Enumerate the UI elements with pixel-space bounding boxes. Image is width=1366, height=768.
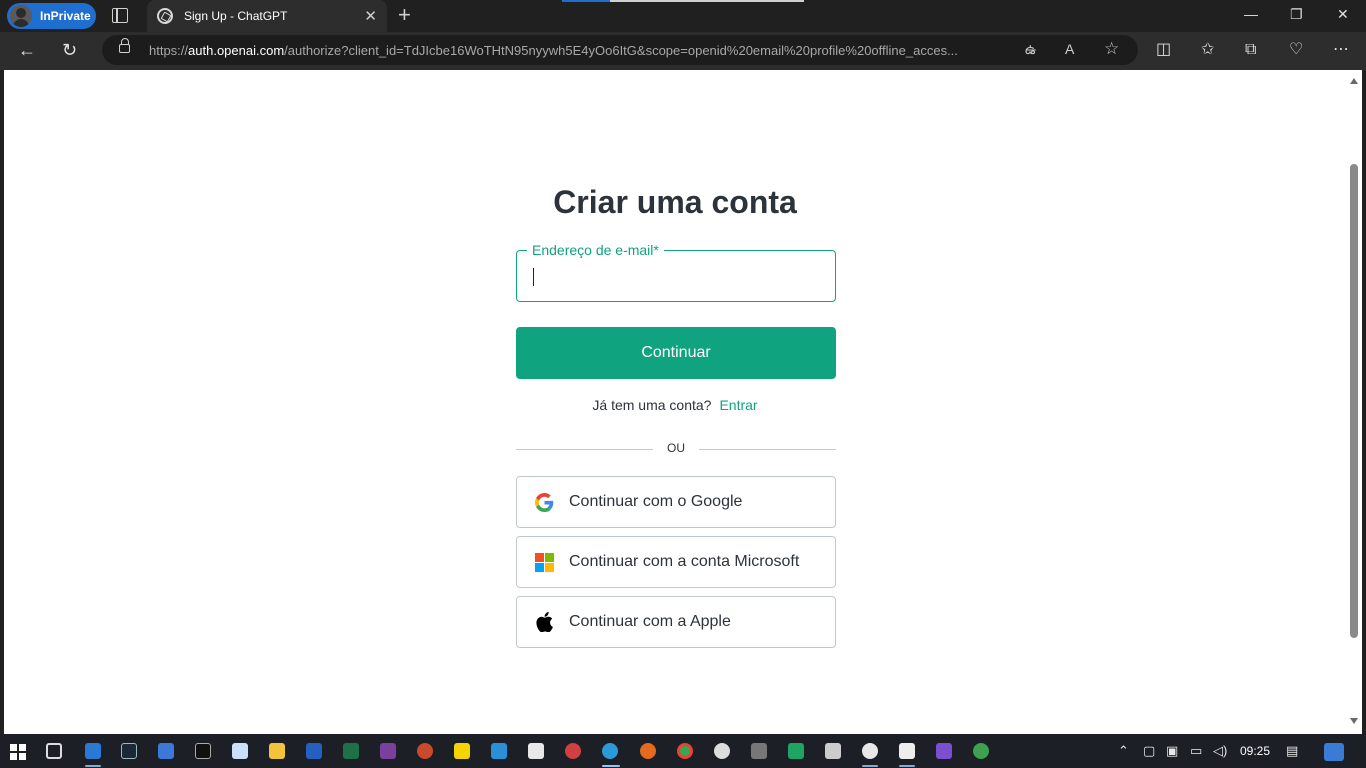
url-scheme: https://	[149, 43, 189, 58]
notion-running-indicator	[899, 765, 915, 767]
terminal-icon[interactable]	[195, 743, 211, 759]
settings-menu-icon[interactable]: ⋯	[1333, 40, 1349, 60]
game-app-icon[interactable]	[565, 743, 581, 759]
printer-icon[interactable]	[825, 743, 841, 759]
excel-icon[interactable]	[343, 743, 359, 759]
microsoft-signin-button[interactable]: Continuar com a conta Microsoft	[516, 536, 836, 588]
inprivate-badge[interactable]: InPrivate	[7, 3, 96, 29]
continue-button[interactable]: Continuar	[516, 327, 836, 379]
url-text[interactable]: https://auth.openai.com/authorize?client…	[149, 43, 1019, 58]
apple-icon	[534, 612, 554, 632]
lock-icon[interactable]	[119, 38, 130, 53]
onenote-icon[interactable]	[380, 743, 396, 759]
media-player-icon[interactable]	[306, 743, 322, 759]
scroll-up-arrow-icon[interactable]	[1350, 78, 1358, 84]
new-tab-button[interactable]: +	[398, 4, 411, 26]
google-signin-label: Continuar com o Google	[569, 493, 743, 510]
clock-app-icon[interactable]	[862, 743, 878, 759]
login-link[interactable]: Entrar	[719, 397, 757, 413]
volume-icon[interactable]: ◁)	[1213, 743, 1227, 759]
sticky-notes-icon[interactable]	[454, 743, 470, 759]
text-caret	[533, 268, 534, 286]
url-path: /authorize?client_id=TdJIcbe16WoTHtN95ny…	[284, 43, 958, 58]
powerpoint-icon[interactable]	[417, 743, 433, 759]
split-screen-icon[interactable]: ◫	[1156, 40, 1171, 60]
collections-icon[interactable]: ⧉	[1245, 40, 1256, 60]
steam-icon[interactable]	[121, 743, 137, 759]
continue-button-label: Continuar	[641, 344, 711, 361]
apple-signin-label: Continuar com a Apple	[569, 613, 731, 630]
google-signin-button[interactable]: Continuar com o Google	[516, 476, 836, 528]
restore-button[interactable]: ❐	[1290, 6, 1303, 23]
email-field[interactable]: Endereço de e-mail*	[516, 242, 836, 302]
email-field-label: Endereço de e-mail*	[527, 242, 664, 258]
divider-text: OU	[667, 441, 685, 455]
divider-line-right	[699, 449, 836, 450]
window-border-right	[1362, 70, 1366, 734]
todo-running-indicator	[85, 765, 101, 767]
translate-icon[interactable]: ఉ	[1025, 41, 1036, 61]
inprivate-label: InPrivate	[40, 9, 91, 23]
page-title: Criar uma conta	[553, 184, 797, 220]
favorite-star-icon[interactable]: ☆	[1104, 39, 1119, 59]
network-icon[interactable]: ▭	[1190, 743, 1202, 759]
minimize-button[interactable]: —	[1244, 6, 1258, 22]
misc-app-icon[interactable]	[751, 743, 767, 759]
scrollbar-thumb[interactable]	[1350, 164, 1358, 638]
chrome-icon[interactable]	[677, 743, 693, 759]
taskbar-clock[interactable]: 09:25	[1240, 744, 1270, 758]
google-drive-icon[interactable]	[788, 743, 804, 759]
tab-close-icon[interactable]: ✕	[364, 7, 377, 25]
read-aloud-icon[interactable]: A	[1065, 41, 1074, 57]
meet-now-icon[interactable]: ▢	[1143, 743, 1155, 759]
navigation-bar: ← ↻ https://auth.openai.com/authorize?cl…	[0, 32, 1366, 70]
tab-active[interactable]: Sign Up - ChatGPT ✕	[147, 0, 387, 32]
taskbar: ⌃ ▢ ▣ ▭ ◁) 09:25 ▤	[0, 734, 1366, 768]
title-bar: InPrivate Sign Up - ChatGPT ✕ + — ❐ ✕	[0, 0, 1366, 32]
microsoft-signin-label: Continuar com a conta Microsoft	[569, 553, 800, 570]
globe-app-icon[interactable]	[973, 743, 989, 759]
close-window-button[interactable]: ✕	[1337, 6, 1349, 23]
tab-drag-indicator	[562, 0, 804, 2]
powershell-icon[interactable]	[158, 743, 174, 759]
openai-favicon-icon	[157, 8, 173, 24]
file-explorer-icon[interactable]	[269, 743, 285, 759]
edge-icon[interactable]	[602, 743, 618, 759]
microsoft-icon	[534, 552, 554, 572]
display-icon[interactable]: ▣	[1166, 743, 1178, 759]
page-content: Criar uma conta Endereço de e-mail* Cont…	[4, 70, 1346, 734]
vertical-scrollbar[interactable]	[1346, 70, 1362, 734]
obsidian-icon[interactable]	[936, 743, 952, 759]
notion-icon[interactable]	[899, 743, 915, 759]
scroll-down-arrow-icon[interactable]	[1350, 718, 1358, 724]
apple-signin-button[interactable]: Continuar com a Apple	[516, 596, 836, 648]
edge-running-indicator	[602, 765, 620, 767]
profile-avatar-icon	[10, 5, 32, 27]
refresh-button[interactable]: ↻	[62, 40, 77, 60]
vscode-icon[interactable]	[491, 743, 507, 759]
todo-app-icon[interactable]	[85, 743, 101, 759]
login-prompt: Já tem uma conta? Entrar	[4, 397, 1346, 413]
tab-actions-icon[interactable]	[112, 8, 128, 23]
favorites-icon[interactable]: ✩	[1201, 40, 1214, 60]
notifications-icon[interactable]: ▤	[1286, 743, 1298, 759]
google-icon	[534, 492, 554, 512]
firefox-icon[interactable]	[640, 743, 656, 759]
address-bar[interactable]: https://auth.openai.com/authorize?client…	[102, 35, 1138, 65]
tab-title: Sign Up - ChatGPT	[184, 9, 288, 23]
copilot-icon[interactable]	[1324, 743, 1344, 761]
notepad-icon[interactable]	[232, 743, 248, 759]
or-divider: OU	[516, 440, 836, 458]
show-hidden-icons-chevron-icon[interactable]: ⌃	[1118, 743, 1129, 759]
task-view-icon[interactable]	[46, 743, 62, 759]
have-account-text: Já tem uma conta?	[592, 397, 712, 413]
clock-app-running-indicator	[862, 765, 878, 767]
url-host: auth.openai.com	[188, 43, 285, 58]
windows-start-icon[interactable]	[10, 744, 26, 760]
photos-icon[interactable]	[528, 743, 544, 759]
back-button[interactable]: ←	[18, 40, 36, 60]
browser-essentials-icon[interactable]: ♡	[1289, 40, 1303, 60]
slack-icon[interactable]	[714, 743, 730, 759]
